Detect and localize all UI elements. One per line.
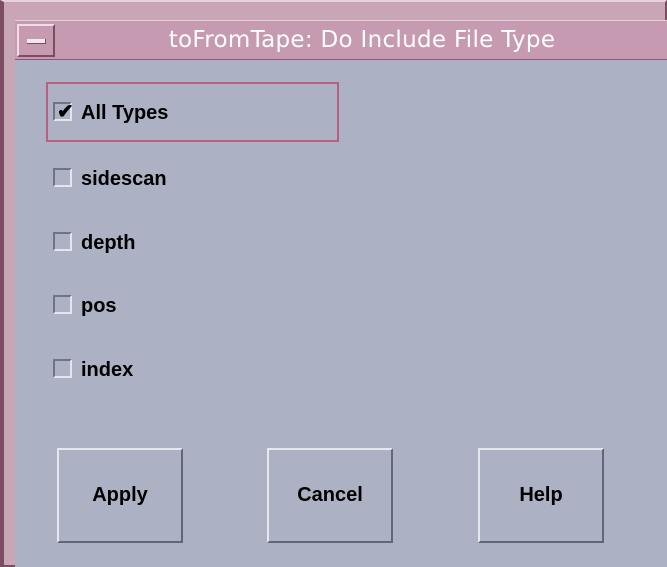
title-bar[interactable]: toFromTape: Do Include File Type [15, 20, 667, 60]
option-label: index [81, 359, 134, 381]
checkbox[interactable] [53, 359, 72, 378]
dialog-window: toFromTape: Do Include File Type ✔ All T… [0, 0, 667, 567]
option-label: depth [81, 232, 136, 254]
cancel-button[interactable]: Cancel [267, 448, 393, 543]
dialog-body: ✔ All Types sidescan depth pos index App… [15, 60, 667, 567]
option-label: pos [81, 295, 117, 317]
option-label: All Types [81, 102, 169, 124]
window-title: toFromTape: Do Include File Type [168, 27, 556, 53]
window-menu-icon [27, 39, 46, 44]
option-label: sidescan [81, 168, 167, 190]
help-button[interactable]: Help [478, 448, 604, 543]
apply-button[interactable]: Apply [57, 448, 183, 543]
checkbox[interactable] [53, 232, 72, 251]
checkbox[interactable] [53, 168, 72, 187]
checkbox[interactable]: ✔ [53, 101, 74, 123]
window-menu-button[interactable] [17, 24, 55, 57]
checkbox[interactable] [53, 295, 72, 314]
checkmark-icon: ✔ [57, 101, 74, 123]
